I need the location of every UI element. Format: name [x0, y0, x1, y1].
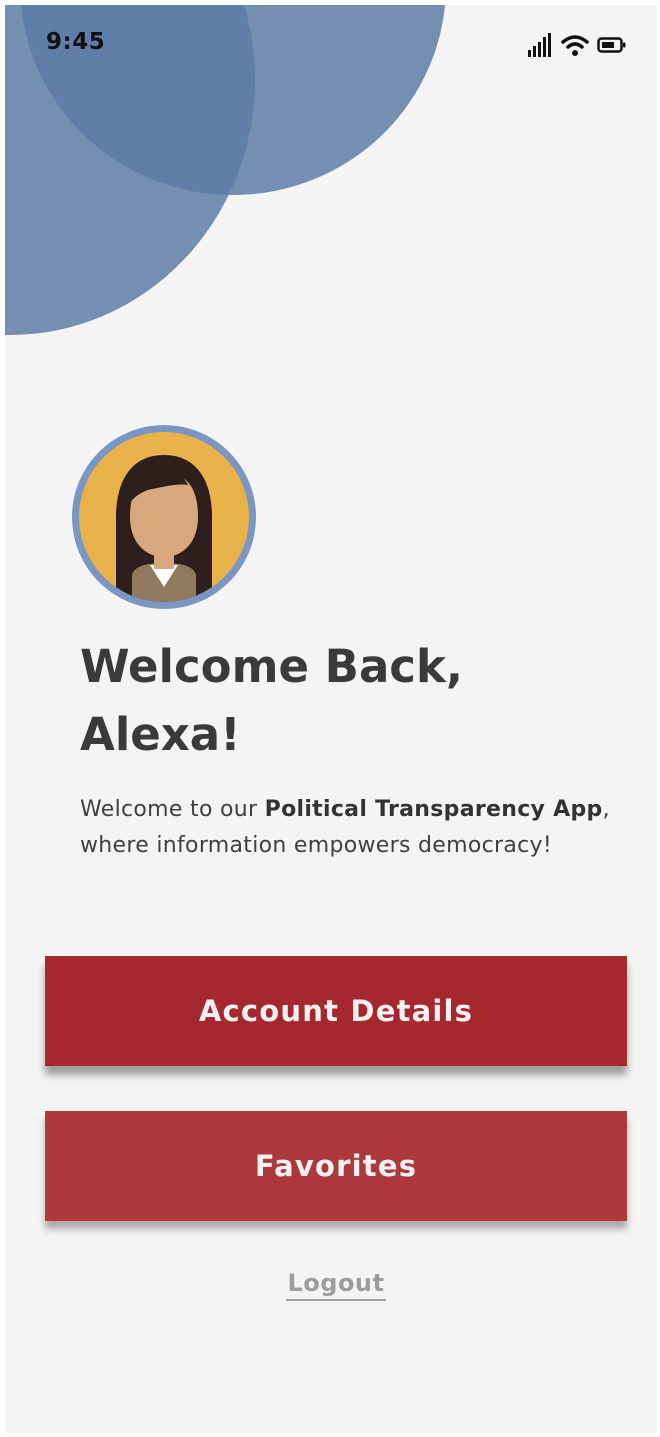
intro-prefix: Welcome to our: [80, 797, 265, 822]
app-name: Political Transparency App: [264, 797, 603, 822]
cellular-signal-icon: [527, 32, 553, 58]
user-avatar-icon: [79, 432, 249, 602]
welcome-description: Welcome to our Political Transparency Ap…: [80, 792, 620, 864]
title-line-2: Alexa!: [80, 708, 241, 761]
status-time: 9:45: [46, 29, 106, 55]
status-bar: 9:45: [5, 5, 657, 85]
user-avatar: [72, 425, 256, 609]
logout-link[interactable]: Logout: [286, 1267, 386, 1301]
page-title: Welcome Back, Alexa!: [80, 633, 620, 769]
status-icons: [527, 30, 627, 60]
logout-container: Logout: [5, 1267, 657, 1301]
favorites-button[interactable]: Favorites: [45, 1111, 627, 1221]
wifi-icon: [561, 33, 589, 57]
title-line-1: Welcome Back,: [80, 640, 464, 693]
app-screen: 9:45 Welcome Back, Alexa! Welcome to our…: [5, 5, 657, 1433]
battery-icon: [597, 35, 627, 55]
account-details-button[interactable]: Account Details: [45, 956, 627, 1066]
